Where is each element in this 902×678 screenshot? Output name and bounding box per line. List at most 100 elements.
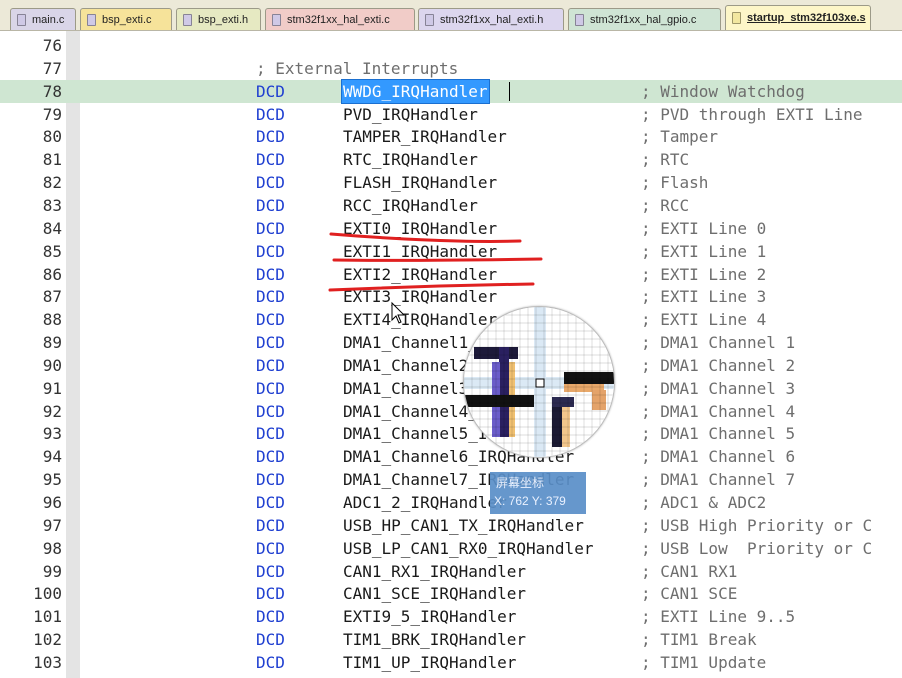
text-caret: [509, 81, 510, 101]
file-icon: [87, 13, 96, 26]
line-number: 90: [42, 355, 62, 375]
line-number: 77: [42, 58, 62, 78]
code-line[interactable]: 80 DCD TAMPER_IRQHandler ; Tamper: [0, 125, 902, 148]
line-number: 97: [42, 515, 62, 535]
line-comment: ; EXTI Line 1: [641, 241, 767, 261]
file-icon: [425, 13, 434, 26]
handler-name: USB_LP_CAN1_RX0_IRQHandler: [343, 538, 594, 558]
tab-stm32f1xx-hal-exti-c[interactable]: stm32f1xx_hal_exti.c: [265, 8, 415, 30]
code-line[interactable]: 96 DCD ADC1_2_IRQHandler ; ADC1 & ADC2: [0, 491, 902, 514]
code-line[interactable]: 103 DCD TIM1_UP_IRQHandler ; TIM1 Update: [0, 651, 902, 674]
handler-name: EXTI3_IRQHandler: [343, 287, 498, 307]
line-number: 92: [42, 401, 62, 421]
code-line[interactable]: 86 DCD EXTI2_IRQHandler ; EXTI Line 2: [0, 263, 902, 286]
tab-stm32f1xx-hal-gpio-c[interactable]: stm32f1xx_hal_gpio.c: [568, 8, 721, 30]
code-line[interactable]: 87 DCD EXTI3_IRQHandler ; EXTI Line 3: [0, 285, 902, 308]
line-number: 100: [33, 584, 62, 604]
code-line[interactable]: 90 DCD DMA1_Channel2_IRQHandler; DMA1 Chan…: [0, 354, 902, 377]
code-line[interactable]: 92 DCD DMA1_Channel4_IRQHandler; DMA1 Chan…: [0, 400, 902, 423]
tab-label: main.c: [32, 13, 65, 26]
file-tab-bar: main.c bsp_exti.c bsp_exti.h stm32f1xx_hal_…: [0, 0, 902, 31]
readout-coords: X: 762 Y: 379: [494, 494, 566, 508]
handler-name: FLASH_IRQHandler: [343, 173, 498, 193]
code-line[interactable]: 83 DCD RCC_IRQHandler ; RCC: [0, 194, 902, 217]
tab-label: stm32f1xx_hal_exti.c: [287, 13, 390, 26]
selected-handler-name: WWDG_IRQHandler: [341, 78, 490, 104]
tab-bsp-exti-h[interactable]: bsp_exti.h: [176, 8, 261, 30]
line-number: 76: [42, 36, 62, 55]
handler-name: EXTI4_IRQHandler: [343, 310, 498, 330]
line-number: 83: [42, 195, 62, 215]
handler-name: EXTI1_IRQHandler: [343, 241, 498, 261]
asm-directive: DCD: [256, 607, 285, 627]
line-comment: ; CAN1 SCE: [641, 584, 738, 604]
handler-name: TAMPER_IRQHandler: [343, 127, 507, 147]
code-line[interactable]: 88 DCD EXTI4_IRQHandler ; EXTI Line 4: [0, 308, 902, 331]
magnifier-pixel-grid: [464, 307, 614, 457]
asm-directive: DCD: [256, 81, 285, 101]
tab-main-c[interactable]: main.c: [10, 8, 76, 30]
line-number: 81: [42, 150, 62, 170]
code-line[interactable]: 94 DCD DMA1_Channel6_IRQHandler; DMA1 Chan…: [0, 445, 902, 468]
magnified-pixel-block: [592, 390, 606, 410]
code-line[interactable]: 98 DCD USB_LP_CAN1_RX0_IRQHandler ; USB Low…: [0, 537, 902, 560]
code-line[interactable]: 102 DCD TIM1_BRK_IRQHandler ; TIM1 Break: [0, 628, 902, 651]
code-line[interactable]: 95 DCD DMA1_Channel7_IRQHandler; DMA1 Chan…: [0, 468, 902, 491]
asm-directive: DCD: [256, 310, 285, 330]
screen-magnifier: [463, 306, 615, 458]
file-icon: [183, 13, 192, 26]
line-number: 94: [42, 447, 62, 467]
code-line[interactable]: 79 DCD PVD_IRQHandler ; PVD through EXTI Li…: [0, 103, 902, 126]
tab-label: stm32f1xx_hal_gpio.c: [590, 13, 697, 26]
code-line[interactable]: 77 ; External Interrupts: [0, 57, 902, 80]
section-comment: ; External Interrupts: [256, 58, 459, 78]
line-comment: ; DMA1 Channel 1: [641, 333, 796, 353]
line-comment: ; EXTI Line 3: [641, 287, 767, 307]
tab-label: bsp_exti.h: [198, 13, 249, 26]
code-line[interactable]: 100 DCD CAN1_SCE_IRQHandler ; CAN1 SCE: [0, 582, 902, 605]
tab-bsp-exti-c[interactable]: bsp_exti.c: [80, 8, 172, 30]
asm-directive: DCD: [256, 401, 285, 421]
asm-directive: DCD: [256, 195, 285, 215]
asm-directive: DCD: [256, 173, 285, 193]
line-comment: ; DMA1 Channel 2: [641, 355, 796, 375]
file-icon: [575, 13, 584, 26]
handler-name: RTC_IRQHandler: [343, 150, 478, 170]
line-comment: ; USB High Priority or C: [641, 515, 873, 535]
line-comment: ; ADC1 & ADC2: [641, 493, 767, 512]
file-icon: [732, 12, 741, 24]
code-line[interactable]: 97 DCD USB_HP_CAN1_TX_IRQHandler ; USB High…: [0, 514, 902, 537]
line-comment: ; USB Low Priority or C: [641, 538, 873, 558]
line-number: 79: [42, 104, 62, 124]
code-line[interactable]: 89 DCD DMA1_Channel1_IRQHandler; DMA1 Chan…: [0, 331, 902, 354]
code-line[interactable]: 76: [0, 34, 902, 57]
line-number: 95: [42, 470, 62, 490]
code-line[interactable]: 91 DCD DMA1_Channel3_IRQHandler; DMA1 Chan…: [0, 377, 902, 400]
line-number: 99: [42, 561, 62, 581]
line-number: 87: [42, 287, 62, 307]
line-comment: ; EXTI Line 0: [641, 218, 767, 238]
code-line[interactable]: 84 DCD EXTI0_IRQHandler ; EXTI Line 0: [0, 217, 902, 240]
code-line[interactable]: 85 DCD EXTI1_IRQHandler ; EXTI Line 1: [0, 240, 902, 263]
code-line[interactable]: 101 DCD EXTI9_5_IRQHandler ; EXTI Line 9..5: [0, 605, 902, 628]
handler-name: PVD_IRQHandler: [343, 104, 478, 124]
code-line[interactable]: 93 DCD DMA1_Channel5_IRQHandler; DMA1 Chan…: [0, 422, 902, 445]
line-comment: ; PVD through EXTI Line: [641, 104, 863, 124]
crosshair-center-pixel: [535, 378, 545, 388]
tab-stm32f1xx-hal-exti-h[interactable]: stm32f1xx_hal_exti.h: [418, 8, 564, 30]
asm-directive: DCD: [256, 287, 285, 307]
line-number: 78: [42, 81, 62, 101]
code-line[interactable]: 99 DCD CAN1_RX1_IRQHandler ; CAN1 RX1: [0, 560, 902, 583]
code-line[interactable]: 78 DCD WWDG_IRQHandler ; Window Watchdog: [0, 78, 902, 104]
readout-title: 屏幕坐标: [496, 476, 545, 490]
code-line[interactable]: 81 DCD RTC_IRQHandler ; RTC: [0, 148, 902, 171]
handler-name: EXTI9_5_IRQHandler: [343, 607, 517, 627]
line-number: 93: [42, 424, 62, 444]
magnified-pixel-block: [564, 372, 614, 384]
tab-startup-stm32f103xe-s[interactable]: startup_stm32f103xe.s: [725, 5, 871, 30]
code-line[interactable]: 82 DCD FLASH_IRQHandler ; Flash: [0, 171, 902, 194]
code-editor[interactable]: 76 77 ; External Interrupts 78 DCD WWDG_IRQHa…: [0, 31, 902, 678]
line-comment: ; RTC: [641, 150, 690, 170]
asm-directive: DCD: [256, 470, 285, 490]
line-comment: ; Flash: [641, 173, 709, 193]
